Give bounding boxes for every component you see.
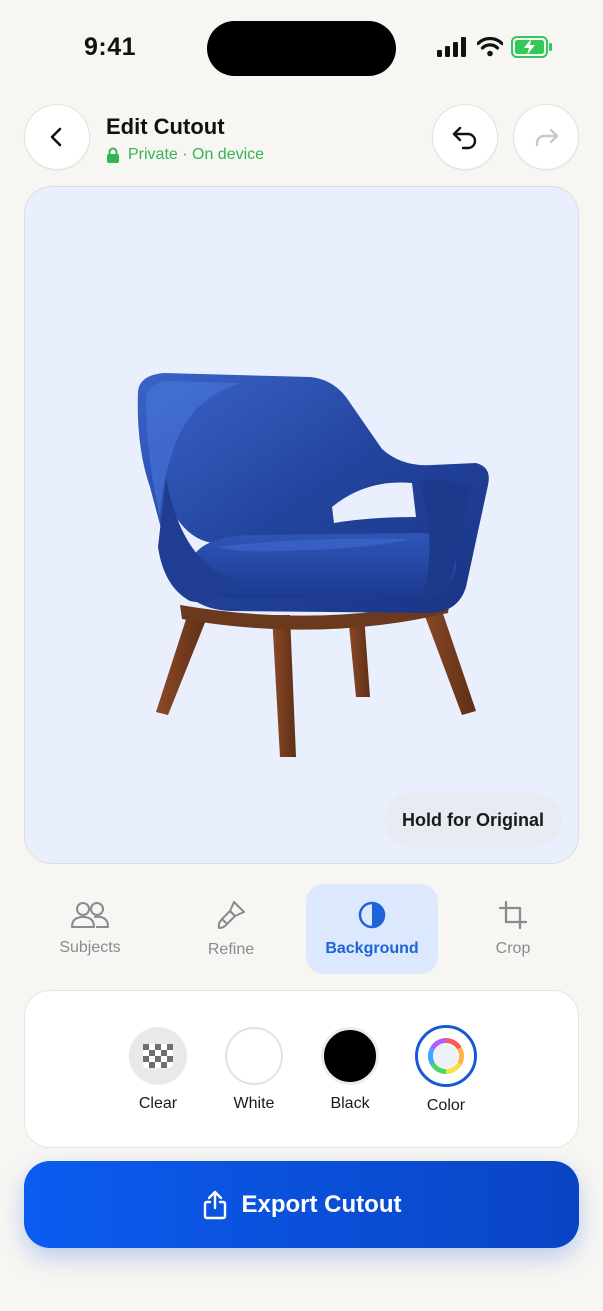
page-title: Edit Cutout — [106, 114, 225, 139]
redo-button[interactable] — [513, 104, 579, 170]
tab-refine[interactable]: Refine — [165, 884, 297, 974]
clear-label: Clear — [138, 1095, 178, 1112]
redo-icon — [535, 128, 559, 147]
chevron-left-icon — [50, 127, 62, 147]
background-option-clear[interactable]: Clear — [118, 1027, 198, 1113]
tab-subjects-label: Subjects — [59, 939, 121, 956]
status-bar: 9:41 — [0, 0, 603, 96]
header: Edit Cutout Private · On device — [0, 104, 603, 172]
undo-icon — [452, 126, 477, 150]
tab-crop[interactable]: Crop — [447, 884, 579, 974]
crop-icon — [498, 900, 528, 930]
tab-crop-label: Crop — [495, 940, 531, 957]
background-option-color[interactable]: Color — [406, 1025, 486, 1115]
export-label: Export Cutout — [241, 1190, 402, 1218]
undo-button[interactable] — [432, 104, 498, 170]
white-label: White — [233, 1095, 275, 1112]
tab-background[interactable]: Background — [306, 884, 438, 974]
black-swatch — [321, 1027, 379, 1085]
lock-icon — [107, 147, 119, 163]
privacy-status: Private · On device — [106, 146, 264, 164]
tab-background-label: Background — [325, 940, 419, 957]
people-icon — [71, 902, 109, 928]
clear-swatch — [129, 1027, 187, 1085]
color-swatch — [415, 1025, 477, 1087]
status-time: 9:41 — [84, 33, 137, 61]
color-label: Color — [426, 1097, 466, 1114]
tool-tabs: Subjects Refine Background Crop — [24, 884, 579, 976]
share-icon — [203, 1190, 226, 1219]
background-options-panel: Clear White Black Color — [24, 990, 579, 1148]
privacy-label: Private · On device — [128, 146, 265, 163]
white-swatch — [225, 1027, 283, 1085]
cellular-signal-icon — [437, 37, 466, 57]
export-cutout-button[interactable]: Export Cutout — [24, 1161, 579, 1248]
half-circle-icon — [358, 901, 386, 929]
brush-icon — [217, 901, 245, 929]
black-label: Black — [330, 1095, 370, 1112]
background-option-white[interactable]: White — [214, 1027, 294, 1113]
dynamic-island — [207, 21, 396, 76]
background-option-black[interactable]: Black — [310, 1027, 390, 1113]
wifi-icon — [477, 37, 503, 57]
tab-refine-label: Refine — [207, 941, 255, 958]
back-button[interactable] — [24, 104, 90, 170]
chair-cutout-image — [137, 373, 489, 757]
status-icons — [437, 36, 553, 58]
tab-subjects[interactable]: Subjects — [24, 884, 156, 974]
battery-charging-icon — [511, 36, 552, 58]
cutout-canvas[interactable]: Hold for Original — [24, 186, 579, 864]
checkerboard-icon — [143, 1044, 173, 1068]
hold-for-original-button[interactable]: Hold for Original — [384, 793, 562, 847]
color-wheel-icon — [427, 1038, 465, 1074]
title-block: Edit Cutout Private · On device — [106, 114, 264, 164]
